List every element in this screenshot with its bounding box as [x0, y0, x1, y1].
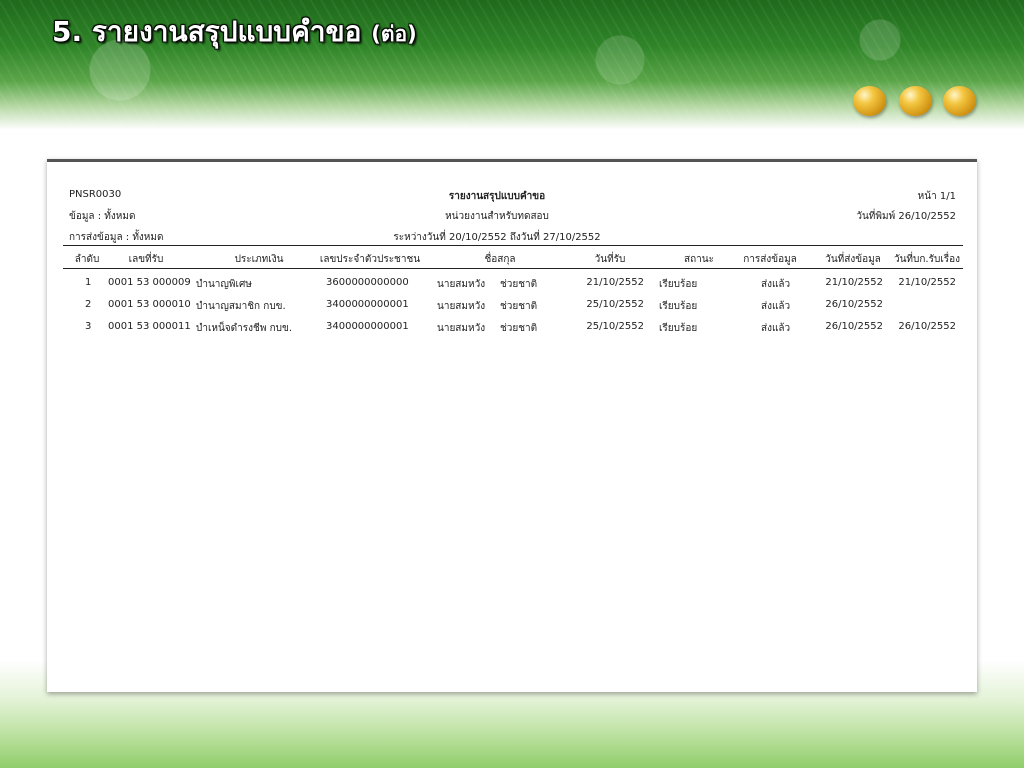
cell-no: 3	[85, 321, 92, 332]
cell-type: บำเหน็จดำรงชีพ กบข.	[196, 323, 293, 334]
col-header-sent-date: วันที่ส่งข้อมูล	[825, 254, 881, 265]
cell-id: 3400000000001	[326, 299, 409, 310]
slide-title-main: 5. รายงานสรุปแบบคำขอ	[52, 15, 362, 48]
report-screenshot: PNSR0030 ข้อมูล : ทั้งหมด การส่งข้อมูล :…	[47, 159, 977, 692]
report-period: ระหว่างวันที่ 20/10/2552 ถึงวันที่ 27/10…	[393, 232, 601, 243]
cell-received: 21/10/2552	[586, 277, 644, 288]
cell-type: บำนาญสมาชิก กบข.	[196, 301, 286, 312]
report-unit: หน่วยงานสำหรับทดสอบ	[445, 211, 549, 222]
report-filter-data: ข้อมูล : ทั้งหมด	[69, 211, 136, 222]
gold-ball-icon	[943, 86, 976, 116]
cell-received: 25/10/2552	[586, 321, 644, 332]
col-header-received: วันที่รับ	[594, 254, 626, 265]
col-header-send: การส่งข้อมูล	[743, 254, 797, 265]
cell-last-name: ช่วยชาติ	[500, 323, 538, 334]
cell-first-name: นายสมหวัง	[437, 301, 486, 312]
cell-receipt: 0001 53 000010	[108, 299, 191, 310]
cell-received: 25/10/2552	[586, 299, 644, 310]
report-page: หน้า 1/1	[917, 191, 956, 202]
cell-ack-date: 21/10/2552	[898, 277, 956, 288]
cell-status: เรียบร้อย	[659, 323, 698, 334]
cell-sent-date: 21/10/2552	[825, 277, 883, 288]
table-header-rule	[63, 268, 963, 269]
report-filter-send: การส่งข้อมูล : ทั้งหมด	[69, 232, 164, 243]
slide-title-suffix: (ต่อ)	[371, 22, 417, 46]
cell-sent-date: 26/10/2552	[825, 321, 883, 332]
report-print-date: วันที่พิมพ์ 26/10/2552	[856, 211, 956, 222]
decorative-bullets	[853, 86, 983, 122]
col-header-ack-date: วันที่บก.รับเรื่อง	[893, 254, 961, 265]
cell-status: เรียบร้อย	[659, 279, 698, 290]
cell-receipt: 0001 53 000011	[108, 321, 191, 332]
cell-no: 1	[85, 277, 92, 288]
cell-send: ส่งแล้ว	[761, 301, 791, 312]
gold-ball-icon	[853, 86, 886, 116]
cell-id: 3400000000001	[326, 321, 409, 332]
slide-title: 5. รายงานสรุปแบบคำขอ (ต่อ)	[52, 14, 417, 52]
cell-ack-date: 26/10/2552	[898, 321, 956, 332]
col-header-type: ประเภทเงิน	[234, 254, 284, 265]
cell-send: ส่งแล้ว	[761, 279, 791, 290]
cell-sent-date: 26/10/2552	[825, 299, 883, 310]
col-header-receipt: เลขที่รับ	[128, 254, 164, 265]
cell-last-name: ช่วยชาติ	[500, 301, 538, 312]
cell-status: เรียบร้อย	[659, 301, 698, 312]
report-title: รายงานสรุปแบบคำขอ	[448, 191, 546, 202]
cell-send: ส่งแล้ว	[761, 323, 791, 334]
col-header-id: เลขประจำตัวประชาชน	[319, 254, 421, 265]
cell-id: 3600000000000	[326, 277, 409, 288]
cell-type: บำนาญพิเศษ	[196, 279, 252, 290]
gold-ball-icon	[899, 86, 932, 116]
cell-receipt: 0001 53 000009	[108, 277, 191, 288]
cell-last-name: ช่วยชาติ	[500, 279, 538, 290]
cell-first-name: นายสมหวัง	[437, 323, 486, 334]
col-header-no: ลำดับ	[74, 254, 100, 265]
col-header-status: สถานะ	[684, 254, 714, 265]
table-top-rule	[63, 245, 963, 246]
col-header-name: ชื่อสกุล	[484, 254, 516, 265]
report-code: PNSR0030	[69, 189, 122, 200]
cell-first-name: นายสมหวัง	[437, 279, 486, 290]
cell-no: 2	[85, 299, 92, 310]
